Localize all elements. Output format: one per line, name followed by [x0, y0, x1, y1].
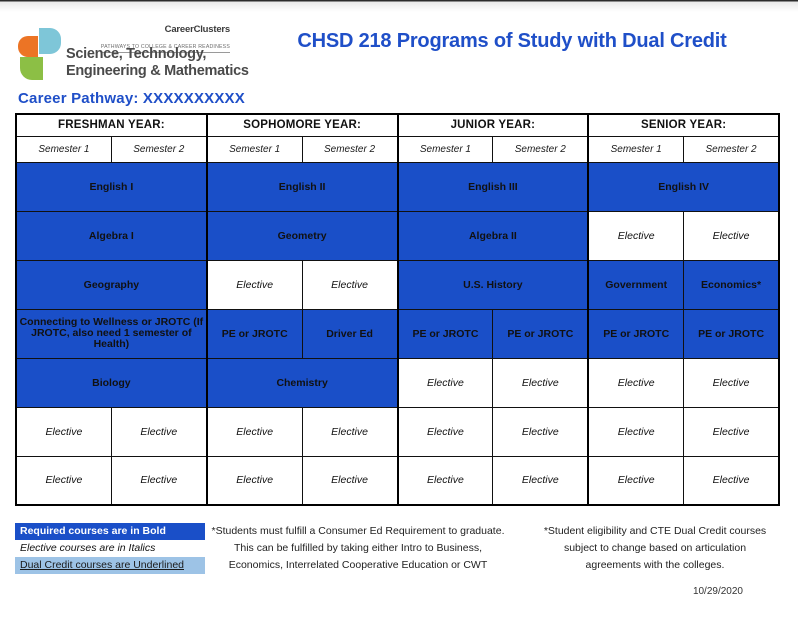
- elective-course-cell: Elective: [301, 455, 399, 506]
- legend-required-courses: Required courses are in Bold: [15, 523, 205, 540]
- elective-course-cell: Elective: [587, 210, 685, 261]
- career-pathway-label: Career Pathway: XXXXXXXXXX: [18, 90, 245, 107]
- legend-dual-credit-courses: Dual Credit courses are Underlined: [15, 557, 205, 574]
- required-course-cell: PE or JROTC: [396, 308, 494, 359]
- document-page: CareerClusters PATHWAYS TO COLLEGE & CAR…: [0, 0, 798, 622]
- footnote-line: subject to change based on articulation: [563, 542, 747, 554]
- elective-course-cell: Elective: [683, 357, 781, 408]
- page-title: CHSD 218 Programs of Study with Dual Cre…: [297, 30, 727, 52]
- semester-header-cell: Semester 1: [587, 135, 685, 163]
- elective-course-cell: Elective: [205, 406, 303, 457]
- required-course-cell: Algebra I: [15, 210, 208, 261]
- required-course-cell: Connecting to Wellness or JROTC (If JROT…: [15, 308, 208, 359]
- elective-course-cell: Elective: [396, 357, 494, 408]
- year-header-row: FRESHMAN YEAR: SOPHOMORE YEAR: JUNIOR YEAR…: [15, 113, 780, 137]
- elective-course-cell: Elective: [492, 455, 590, 506]
- career-clusters-logo: CareerClusters PATHWAYS TO COLLEGE & CAR…: [18, 24, 249, 90]
- semester-header-cell: Semester 2: [492, 135, 590, 163]
- year-header-cell: SENIOR YEAR:: [587, 113, 780, 137]
- elective-course-cell: Elective: [683, 455, 781, 506]
- elective-course-cell: Elective: [205, 455, 303, 506]
- semester-header-row: Semester 1 Semester 2 Semester 1 Semester 2…: [14, 135, 781, 163]
- science-row: Biology Chemistry Elective Elective Elective…: [15, 357, 781, 408]
- elective-row-2: Elective Elective Elective Elective Elective…: [14, 455, 781, 506]
- elective-course-cell: Elective: [683, 406, 781, 457]
- elective-course-cell: Elective: [492, 357, 590, 408]
- logo-petal-orange-icon: [18, 36, 38, 57]
- elective-course-cell: Elective: [587, 406, 685, 457]
- english-row: English I English II English III English IV: [15, 161, 780, 212]
- semester-header-cell: Semester 2: [110, 135, 208, 163]
- elective-course-cell: Elective: [587, 455, 685, 506]
- elective-row-1: Elective Elective Elective Elective Elective…: [14, 406, 781, 457]
- required-course-cell: English III: [396, 161, 590, 212]
- math-row: Algebra I Geometry Algebra II Elective Elect…: [15, 210, 781, 261]
- program-of-study-table: FRESHMAN YEAR: SOPHOMORE YEAR: JUNIOR YEAR…: [14, 113, 781, 506]
- semester-header-cell: Semester 1: [14, 135, 112, 163]
- revision-date: 10/29/2020: [692, 586, 743, 597]
- footnote-line: Economics, Interrelated Cooperative Educ…: [228, 559, 488, 571]
- year-header-cell: FRESHMAN YEAR:: [15, 113, 208, 137]
- required-course-cell: Geography: [15, 259, 208, 310]
- elective-course-cell: Elective: [205, 259, 303, 310]
- elective-course-cell: Elective: [396, 406, 494, 457]
- semester-header-cell: Semester 1: [205, 135, 303, 163]
- elective-course-cell: Elective: [110, 406, 208, 457]
- required-course-cell: PE or JROTC: [587, 308, 685, 359]
- footnote-line: *Student eligibility and CTE Dual Credit…: [543, 525, 767, 537]
- required-course-cell: PE or JROTC: [683, 308, 781, 359]
- required-course-cell: English IV: [587, 161, 780, 212]
- pe-jrotc-row: Connecting to Wellness or JROTC (If JROT…: [15, 308, 781, 359]
- year-header-cell: JUNIOR YEAR:: [396, 113, 590, 137]
- logo-petal-teal-icon: [39, 28, 61, 54]
- consumer-ed-footnote: *Students must fulfill a Consumer Ed Req…: [208, 523, 508, 574]
- elective-course-cell: Elective: [587, 357, 685, 408]
- logo-petal-green-icon: [20, 57, 43, 80]
- semester-header-cell: Semester 2: [301, 135, 399, 163]
- document-header: CareerClusters PATHWAYS TO COLLEGE & CAR…: [0, 18, 798, 88]
- footnote-line: This can be fulfilled by taking either I…: [233, 542, 483, 554]
- required-course-cell: English II: [205, 161, 399, 212]
- required-course-cell: Chemistry: [205, 357, 399, 408]
- elective-course-cell: Elective: [683, 210, 781, 261]
- social-studies-row: Geography Elective Elective U.S. History Gov…: [15, 259, 781, 310]
- window-top-edge: [0, 0, 798, 12]
- footnote-line: agreements with the colleges.: [585, 559, 725, 571]
- required-course-cell: U.S. History: [396, 259, 590, 310]
- elective-course-cell: Elective: [492, 406, 590, 457]
- required-course-cell: PE or JROTC: [205, 308, 303, 359]
- required-course-cell: Biology: [15, 357, 208, 408]
- year-header-cell: SOPHOMORE YEAR:: [205, 113, 399, 137]
- semester-header-cell: Semester 2: [683, 135, 781, 163]
- legend-elective-courses: Elective courses are in Italics: [15, 540, 205, 557]
- semester-header-cell: Semester 1: [396, 135, 494, 163]
- brand-name: CareerClusters: [164, 24, 231, 35]
- required-course-cell: Geometry: [205, 210, 399, 261]
- required-course-cell: Driver Ed: [301, 308, 399, 359]
- elective-course-cell: Elective: [14, 406, 112, 457]
- dual-credit-footnote: *Student eligibility and CTE Dual Credit…: [530, 523, 780, 574]
- legend: Required courses are in Bold Elective co…: [15, 523, 205, 574]
- cluster-name: Science, Technology, Engineering & Mathe…: [66, 46, 249, 79]
- elective-course-cell: Elective: [301, 259, 399, 310]
- elective-course-cell: Elective: [110, 455, 208, 506]
- required-course-cell: Government: [587, 259, 685, 310]
- footnote-line: *Students must fulfill a Consumer Ed Req…: [211, 525, 505, 537]
- elective-course-cell: Elective: [14, 455, 112, 506]
- required-course-cell: English I: [15, 161, 208, 212]
- logo-mark-icon: [18, 26, 66, 80]
- required-course-cell: Algebra II: [396, 210, 590, 261]
- required-course-cell: Economics*: [683, 259, 781, 310]
- elective-course-cell: Elective: [301, 406, 399, 457]
- required-course-cell: PE or JROTC: [492, 308, 590, 359]
- elective-course-cell: Elective: [396, 455, 494, 506]
